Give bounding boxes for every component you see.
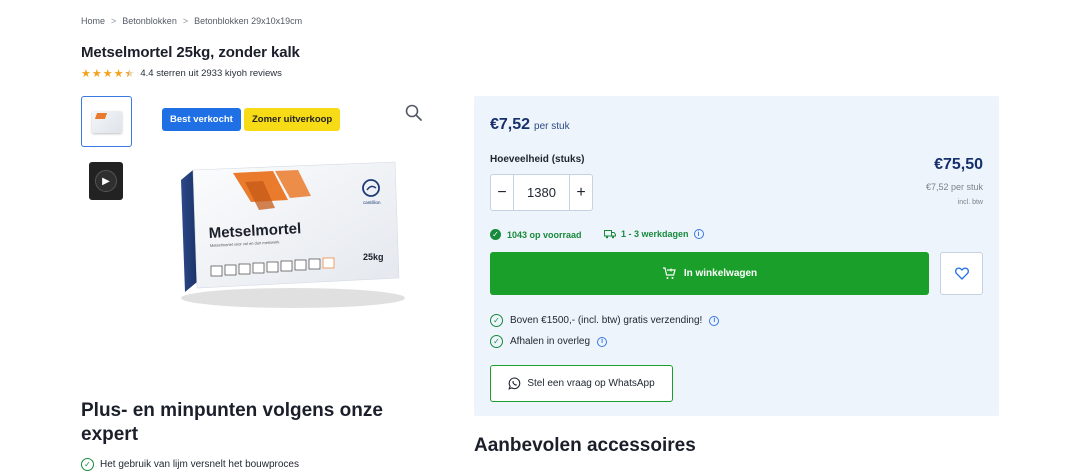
whatsapp-button[interactable]: Stel een vraag op WhatsApp xyxy=(490,365,673,402)
unit-price: €7,52 per stuk xyxy=(490,116,570,134)
usp-free-shipping-text: Boven €1500,- (incl. btw) gratis verzend… xyxy=(510,315,703,326)
breadcrumb-current[interactable]: Betonblokken 29x10x19cm xyxy=(194,16,302,26)
product-image: cantillion Metselmortel Metselmortel voo… xyxy=(181,161,405,308)
delivery-status: 1 - 3 werkdagen i xyxy=(604,229,704,239)
thumbnail-bag-image xyxy=(91,110,122,133)
star-icon: ★ xyxy=(102,68,113,80)
quantity-input[interactable]: 1380 xyxy=(513,175,570,210)
usp-free-shipping: ✓ Boven €1500,- (incl. btw) gratis verze… xyxy=(490,314,720,327)
rating-row[interactable]: ★ ★ ★ ★ ★★ 4.4 sterren uit 2933 kiyoh re… xyxy=(81,67,282,80)
pros-list-item: ✓ Het gebruik van lijm versnelt het bouw… xyxy=(81,458,299,471)
quantity-stepper: − 1380 + xyxy=(490,174,593,211)
rating-text: 4.4 sterren uit 2933 kiyoh reviews xyxy=(140,68,282,79)
star-icon: ★ xyxy=(81,68,91,80)
stock-status: ✓ 1043 op voorraad xyxy=(490,229,582,240)
info-icon[interactable]: i xyxy=(597,336,608,347)
unit-price-value: €7,52 xyxy=(490,116,531,133)
page-title: Metselmortel 25kg, zonder kalk xyxy=(81,44,300,61)
wishlist-button[interactable] xyxy=(940,252,983,295)
whatsapp-label: Stel een vraag op WhatsApp xyxy=(527,378,655,389)
heart-icon xyxy=(954,267,969,280)
delivery-text: 1 - 3 werkdagen xyxy=(621,229,689,239)
vat-note: incl. btw xyxy=(957,199,983,206)
info-icon[interactable]: i xyxy=(709,315,720,326)
unit-price-label: per stuk xyxy=(534,121,570,132)
accessories-heading: Aanbevolen accessoires xyxy=(474,435,696,456)
breadcrumb: Home > Betonblokken > Betonblokken 29x10… xyxy=(81,16,302,26)
total-price: €75,50 xyxy=(934,156,983,173)
info-icon[interactable]: i xyxy=(693,229,704,239)
total-unit-price: €7,52 per stuk xyxy=(925,182,983,192)
breadcrumb-home[interactable]: Home xyxy=(81,16,105,26)
pros-cons-heading: Plus- en minpunten volgens onze expert xyxy=(81,400,383,445)
breadcrumb-separator: > xyxy=(111,16,117,26)
stock-text: 1043 op voorraad xyxy=(507,229,582,240)
check-circle-icon: ✓ xyxy=(81,458,94,471)
quantity-increase-button[interactable]: + xyxy=(570,175,592,210)
cart-plus-icon xyxy=(662,267,676,279)
check-circle-icon: ✓ xyxy=(490,229,501,240)
breadcrumb-betonblokken[interactable]: Betonblokken xyxy=(122,16,177,26)
check-circle-icon: ✓ xyxy=(490,314,503,327)
add-to-cart-button[interactable]: In winkelwagen xyxy=(490,252,929,295)
badge-best-sold: Best verkocht xyxy=(162,108,241,131)
usp-pickup: ✓ Afhalen in overleg i xyxy=(490,335,608,348)
truck-icon xyxy=(604,229,616,238)
rating-stars: ★ ★ ★ ★ ★★ xyxy=(81,67,134,80)
star-icon: ★ xyxy=(113,68,124,80)
bag-logo-text: cantillion xyxy=(363,200,381,205)
check-circle-icon: ✓ xyxy=(490,335,503,348)
magnifier-icon[interactable] xyxy=(404,103,424,123)
thumbnail-video[interactable]: ▶ xyxy=(89,162,123,200)
quantity-decrease-button[interactable]: − xyxy=(491,175,513,210)
star-icon: ★ xyxy=(91,68,102,80)
play-icon: ▶ xyxy=(95,170,117,192)
usp-pickup-text: Afhalen in overleg xyxy=(510,336,591,347)
breadcrumb-separator: > xyxy=(182,16,189,26)
pros-list-item-text: Het gebruik van lijm versnelt het bouwpr… xyxy=(100,459,299,470)
quantity-label: Hoeveelheid (stuks) xyxy=(490,154,585,165)
thumbnail-image-1[interactable] xyxy=(81,96,132,147)
star-half-icon: ★★ xyxy=(124,68,135,80)
bag-weight: 25kg xyxy=(363,252,384,262)
badge-summer-sale: Zomer uitverkoop xyxy=(244,108,341,131)
add-to-cart-label: In winkelwagen xyxy=(683,268,758,279)
whatsapp-icon xyxy=(508,377,521,390)
